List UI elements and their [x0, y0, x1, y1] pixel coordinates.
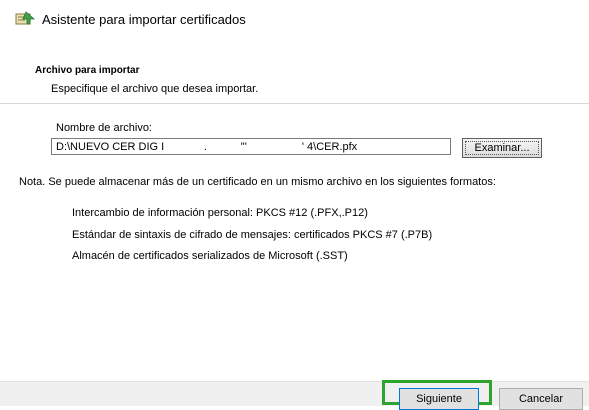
file-name-label-text: Nombre de archivo:	[56, 122, 152, 134]
next-button[interactable]: Siguiente	[399, 388, 479, 410]
format-item-pkcs12: Intercambio de información personal: PKC…	[72, 207, 368, 219]
file-name-label: Nombre de archivo:	[56, 122, 152, 134]
format-item-pkcs7: Estándar de sintaxis de cifrado de mensa…	[72, 229, 433, 241]
title-bar: Asistente para importar certificados	[14, 8, 246, 30]
browse-button[interactable]: Examinar...	[462, 138, 542, 158]
header-separator	[0, 103, 589, 104]
format-item-sst: Almacén de certificados serializados de …	[72, 250, 348, 262]
cancel-button[interactable]: Cancelar	[499, 388, 583, 410]
section-title: Archivo para importar	[35, 65, 140, 76]
window-title: Asistente para importar certificados	[42, 11, 246, 27]
section-header: Archivo para importar Especifique el arc…	[0, 62, 589, 104]
note-text: Nota. Se puede almacenar más de un certi…	[19, 176, 496, 188]
section-subtitle: Especifique el archivo que desea importa…	[51, 83, 259, 95]
file-name-input[interactable]	[51, 138, 451, 155]
certificate-wizard-icon	[14, 10, 36, 28]
